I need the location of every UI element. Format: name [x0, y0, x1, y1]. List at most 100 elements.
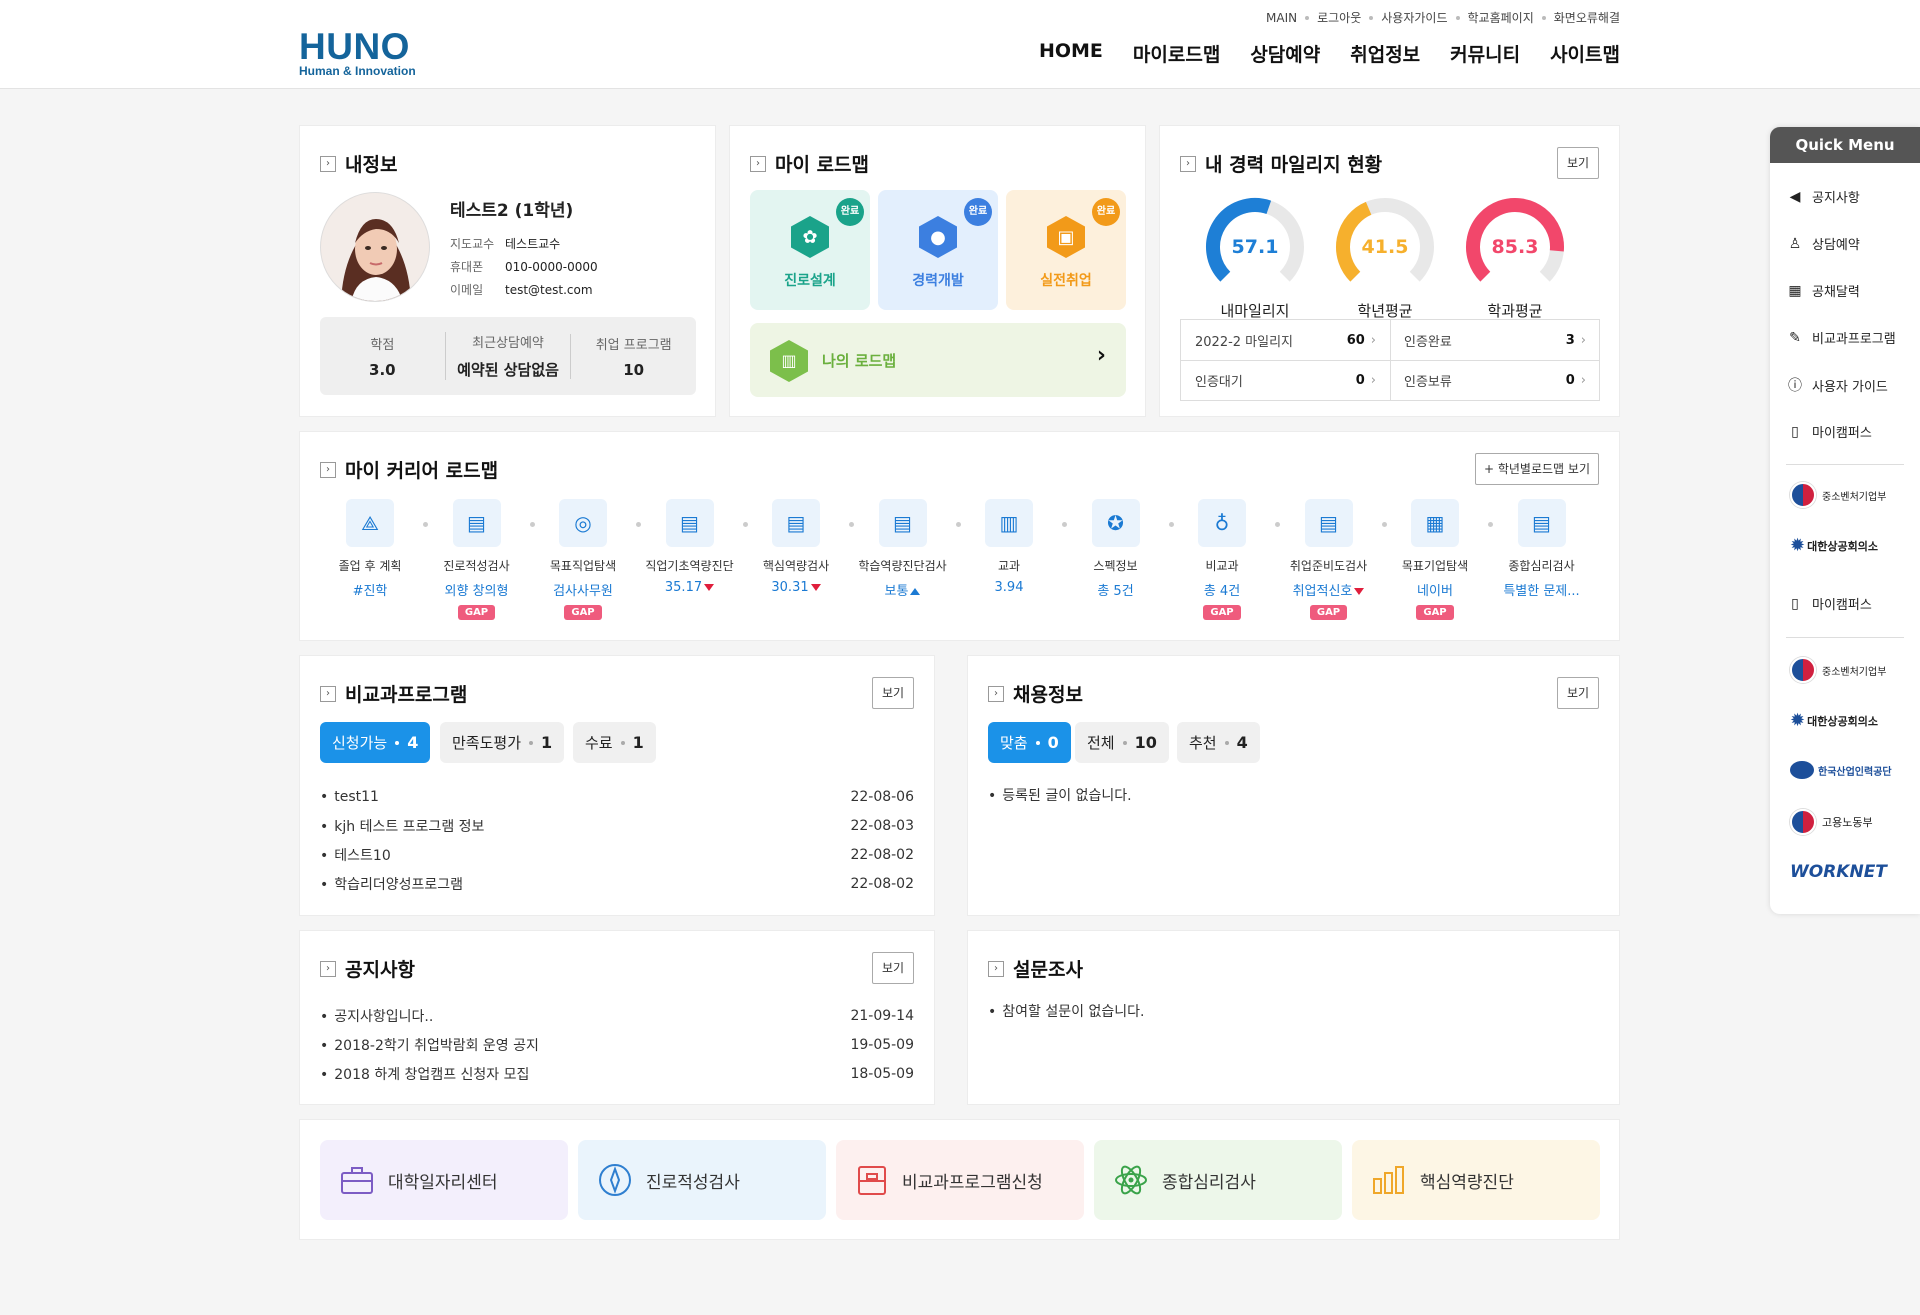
career-step[interactable]: ▥ 교과 3.94 [959, 499, 1059, 595]
quick-link-nonsubject-apply[interactable]: 비교과프로그램신청 [836, 1140, 1084, 1220]
quick-link-job-center[interactable]: 대학일자리센터 [320, 1140, 568, 1220]
list-item[interactable]: kjh 테스트 프로그램 정보 22-08-03 [320, 811, 914, 840]
logo-hrdk[interactable]: 한국산업인력공단 [1790, 761, 1892, 779]
career-roadmap-title: 마이 커리어 로드맵 [345, 460, 499, 482]
quick-link-core-competency[interactable]: 핵심역량진단 [1352, 1140, 1600, 1220]
advisor-label: 지도교수 [450, 237, 495, 251]
roadmap-career-design[interactable]: ✿ 완료 진로설계 [750, 190, 870, 310]
cell-label: 2022-2 마일리지 [1195, 334, 1294, 350]
quick-link-psych-test[interactable]: 종합심리검사 [1094, 1140, 1342, 1220]
grade-roadmap-button[interactable]: + 학년별로드맵 보기 [1474, 453, 1599, 485]
roadmap-career-dev[interactable]: ● 완료 경력개발 [878, 190, 998, 310]
career-step[interactable]: ▤ 취업준비도검사 취업적신호 GAP [1279, 499, 1379, 620]
list-item[interactable]: 2018-2학기 취업박람회 운영 공지 19-05-09 [320, 1030, 914, 1059]
stat-recent-counsel[interactable]: 최근상담예약 예약된 상담없음 [444, 332, 571, 380]
career-step[interactable]: ▤ 학습역량진단검사 보통 [853, 499, 953, 599]
step-value: 총 4건 [1203, 584, 1241, 599]
tab-available[interactable]: 신청가능 4 [320, 722, 431, 763]
util-main[interactable]: MAIN [1266, 11, 1297, 25]
list-item[interactable]: 공지사항입니다.. 21-09-14 [320, 1001, 914, 1030]
roadmap-practical-job[interactable]: ▣ 완료 실전취업 [1006, 190, 1126, 310]
nav-community[interactable]: 커뮤니티 [1450, 40, 1520, 67]
trend-down-icon [704, 584, 715, 591]
trend-up-icon [910, 588, 921, 595]
nav-home[interactable]: HOME [1039, 40, 1103, 67]
gap-badge: GAP [1309, 605, 1348, 620]
advisor-value: 테스트교수 [505, 237, 561, 251]
qm-counsel[interactable]: ♙ 상담예약 [1786, 234, 1860, 254]
mileage-view-button[interactable]: 보기 [1557, 147, 1599, 179]
huno-logo[interactable]: HUNO Human & Innovation [299, 28, 416, 78]
tab-completed[interactable]: 수료 1 [573, 722, 656, 763]
career-step[interactable]: ▦ 목표기업탐색 네이버 GAP [1385, 499, 1485, 620]
logo-label: 대한상공회의소 [1807, 539, 1878, 553]
career-step[interactable]: ⟁ 졸업 후 계획 #진학 [320, 499, 420, 599]
logo-kcci-2[interactable]: ✹ 대한상공회의소 [1790, 710, 1878, 731]
notice-view-button[interactable]: 보기 [872, 952, 914, 984]
util-logout[interactable]: 로그아웃 [1317, 9, 1361, 26]
list-item[interactable]: 학습리더양성프로그램 22-08-02 [320, 869, 914, 898]
logo-moel[interactable]: 고용노동부 [1790, 809, 1873, 835]
qm-guide[interactable]: ⓘ 사용자 가이드 [1786, 375, 1888, 395]
logo-kcci[interactable]: ✹ 대한상공회의소 [1790, 535, 1878, 556]
stat-job-program[interactable]: 취업 프로그램 10 [570, 333, 696, 379]
quick-link-aptitude[interactable]: 진로적성검사 [578, 1140, 826, 1220]
logo-worknet[interactable]: WORKNET [1790, 862, 1887, 882]
mileage-cell-term[interactable]: 2022-2 마일리지 60 › [1181, 320, 1391, 361]
nav-myroadmap[interactable]: 마이로드맵 [1133, 40, 1220, 67]
career-step[interactable]: ✪ 스펙정보 총 5건 [1066, 499, 1166, 599]
util-school-home[interactable]: 학교홈페이지 [1468, 9, 1534, 26]
jobs-card: › 채용정보 보기 맞춤 0 전체 10 추천 4 등록된 글이 없습니다. [967, 655, 1620, 916]
logo-mss-2[interactable]: 중소벤처기업부 [1790, 657, 1886, 683]
career-step[interactable]: ▤ 핵심역량검사 30.31 [746, 499, 846, 595]
logo-mss[interactable]: 중소벤처기업부 [1790, 482, 1886, 508]
nonsubject-view-button[interactable]: 보기 [872, 677, 914, 709]
step-name: 진로적성검사 [443, 559, 510, 573]
qm-notice[interactable]: ◀ 공지사항 [1786, 187, 1860, 207]
notice-list: 공지사항입니다.. 21-09-14 2018-2학기 취업박람회 운영 공지 19… [320, 1001, 914, 1088]
qm-calendar[interactable]: ▦ 공채달력 [1786, 281, 1859, 301]
gauge-chart: 57.1 [1206, 198, 1304, 282]
atom-icon [1115, 1165, 1147, 1195]
email-value: test@test.com [505, 283, 593, 297]
tab-satisfaction[interactable]: 만족도평가 1 [440, 722, 565, 763]
my-roadmap-card: › 마이 로드맵 ✿ 완료 진로설계 ● 완료 경력개발 ▣ 완료 실전취업 ▥ … [729, 125, 1146, 417]
list-item[interactable]: 2018 하계 창업캠프 신청자 모집 18-05-09 [320, 1059, 914, 1088]
pill-count: 4 [407, 733, 419, 752]
career-step[interactable]: ▤ 진로적성검사 외향 창의형 GAP [427, 499, 527, 620]
logo-label: 중소벤처기업부 [1822, 666, 1887, 678]
util-error-report[interactable]: 화면오류해결 [1554, 9, 1620, 26]
nav-counsel[interactable]: 상담예약 [1250, 40, 1320, 67]
career-step[interactable]: ◎ 목표직업탐색 검사사무원 GAP [533, 499, 633, 620]
folder-doc-icon [858, 1166, 886, 1195]
career-step[interactable]: ♁ 비교과 총 4건 GAP [1172, 499, 1272, 620]
career-step[interactable]: ▤ 직업기초역량진단 35.17 [640, 499, 740, 595]
qm-nonsubject[interactable]: ✎ 비교과프로그램 [1786, 328, 1896, 348]
nav-sitemap[interactable]: 사이트맵 [1550, 40, 1620, 67]
qm-mycampus[interactable]: ▯ 마이캠퍼스 [1786, 422, 1872, 442]
nav-jobs[interactable]: 취업정보 [1350, 40, 1420, 67]
list-item[interactable]: test11 22-08-06 [320, 782, 914, 811]
tab-recommend[interactable]: 추천 4 [1177, 722, 1260, 763]
tab-custom[interactable]: 맞춤 0 [988, 722, 1071, 763]
step-name: 핵심역량검사 [762, 559, 830, 573]
card-title: › 내 경력 마일리지 현황 [1180, 150, 1382, 177]
quick-menu: Quick Menu ◀ 공지사항 ♙ 상담예약 ▦ 공채달력 ✎ 비교과프로그램 ⓘ 사… [1770, 127, 1920, 914]
career-step[interactable]: ▤ 종합심리검사 특별한 문제... [1492, 499, 1592, 599]
qm-label: 공지사항 [1812, 191, 1860, 206]
qm-mycampus-2[interactable]: ▯ 마이캠퍼스 [1786, 594, 1872, 614]
stat-value: 예약된 상담없음 [457, 361, 559, 379]
mileage-cell-hold[interactable]: 인증보류 0 › [1390, 360, 1600, 401]
jobs-view-button[interactable]: 보기 [1557, 677, 1599, 709]
mileage-cell-approved[interactable]: 인증완료 3 › [1390, 320, 1600, 361]
profile-name: 테스트2 (1학년) [450, 201, 574, 221]
tab-all[interactable]: 전체 10 [1075, 722, 1169, 763]
util-guide[interactable]: 사용자가이드 [1381, 9, 1447, 26]
divider [1786, 464, 1904, 465]
list-item[interactable]: 테스트10 22-08-02 [320, 840, 914, 869]
email-label: 이메일 [450, 283, 484, 297]
profile-info: 테스트2 (1학년) 지도교수 테스트교수 휴대폰 010-0000-0000 이메… [450, 196, 598, 302]
my-road-button[interactable]: ▥ 나의 로드맵 › [750, 323, 1126, 397]
stat-gpa: 학점 3.0 [320, 334, 445, 379]
mileage-cell-pending[interactable]: 인증대기 0 › [1181, 360, 1391, 401]
